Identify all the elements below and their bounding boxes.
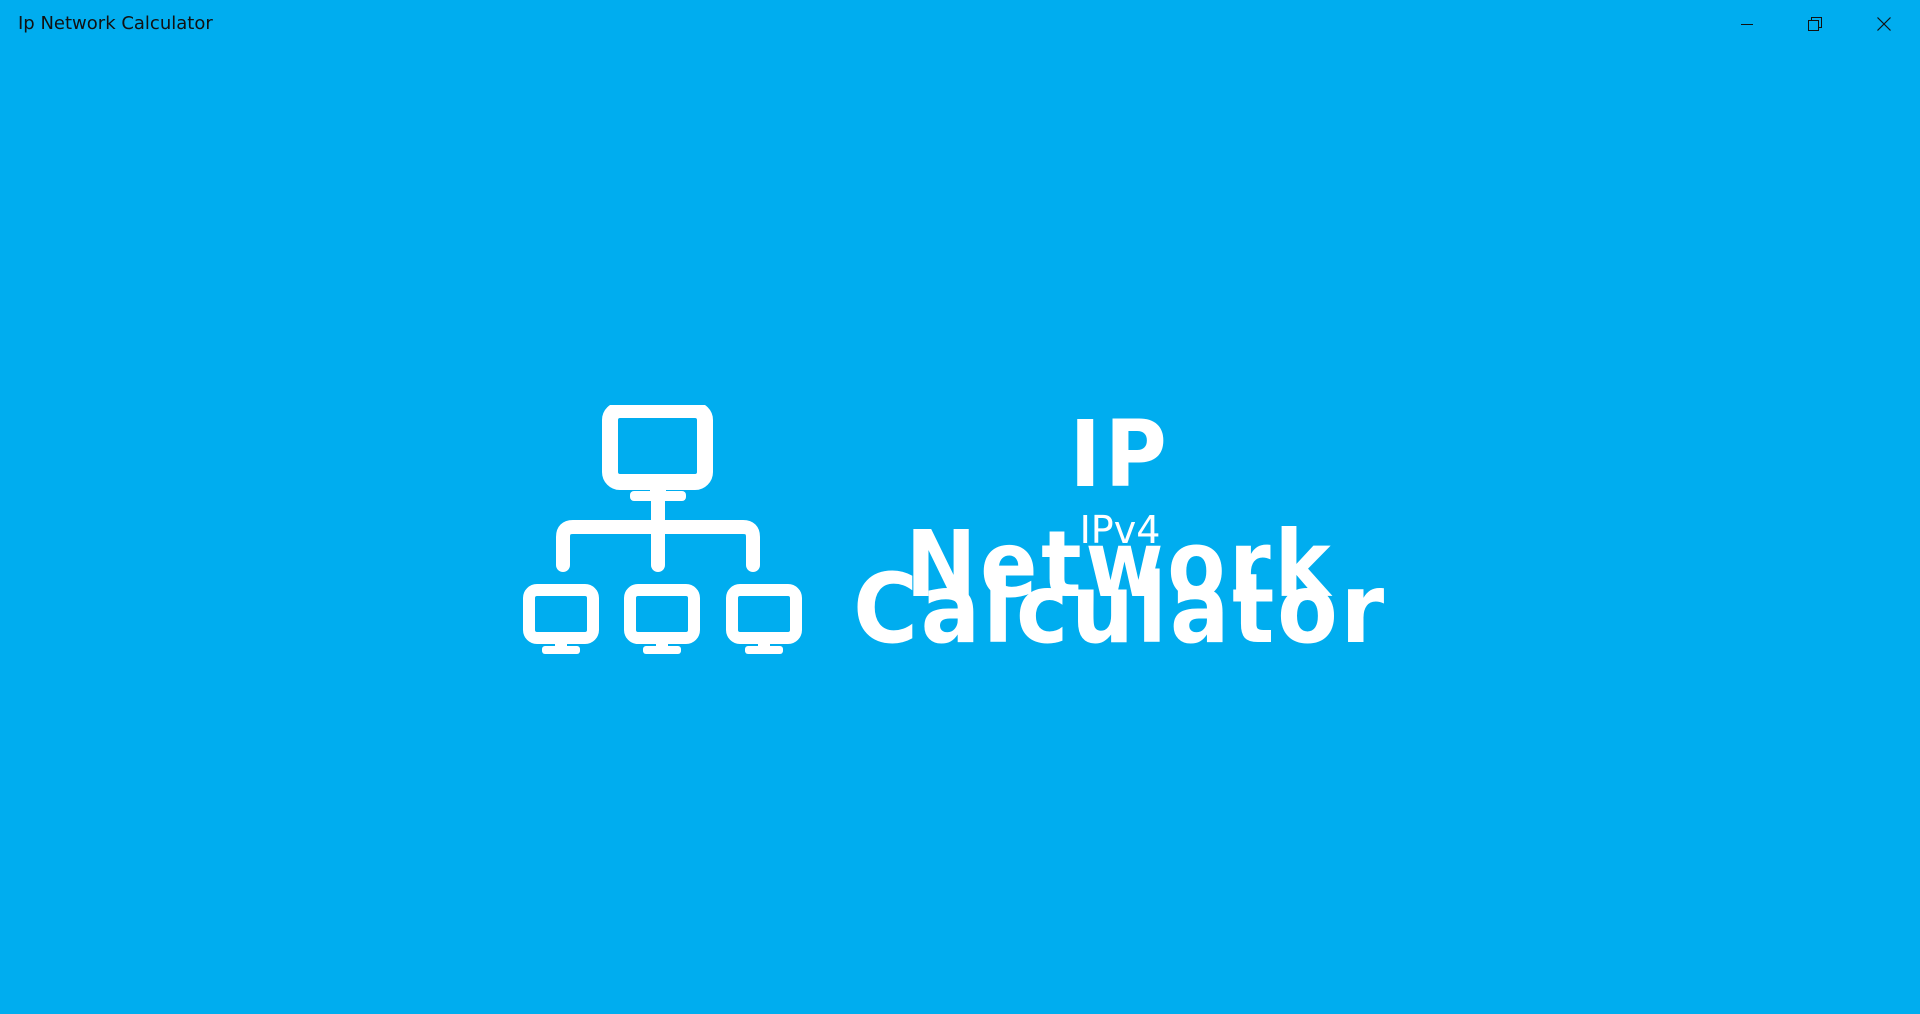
splash-screen: IP Network IPv4 Calculator: [0, 0, 1920, 1014]
logo-title-line2: Calculator: [853, 553, 1387, 665]
app-logo-text: IP Network IPv4 Calculator: [820, 400, 1420, 670]
network-topology-icon: [523, 405, 802, 654]
logo-subtitle-ipv4: IPv4: [1079, 508, 1161, 552]
app-window: Ip Network Calculator IP Network IPv4 Ca…: [0, 0, 1920, 1014]
